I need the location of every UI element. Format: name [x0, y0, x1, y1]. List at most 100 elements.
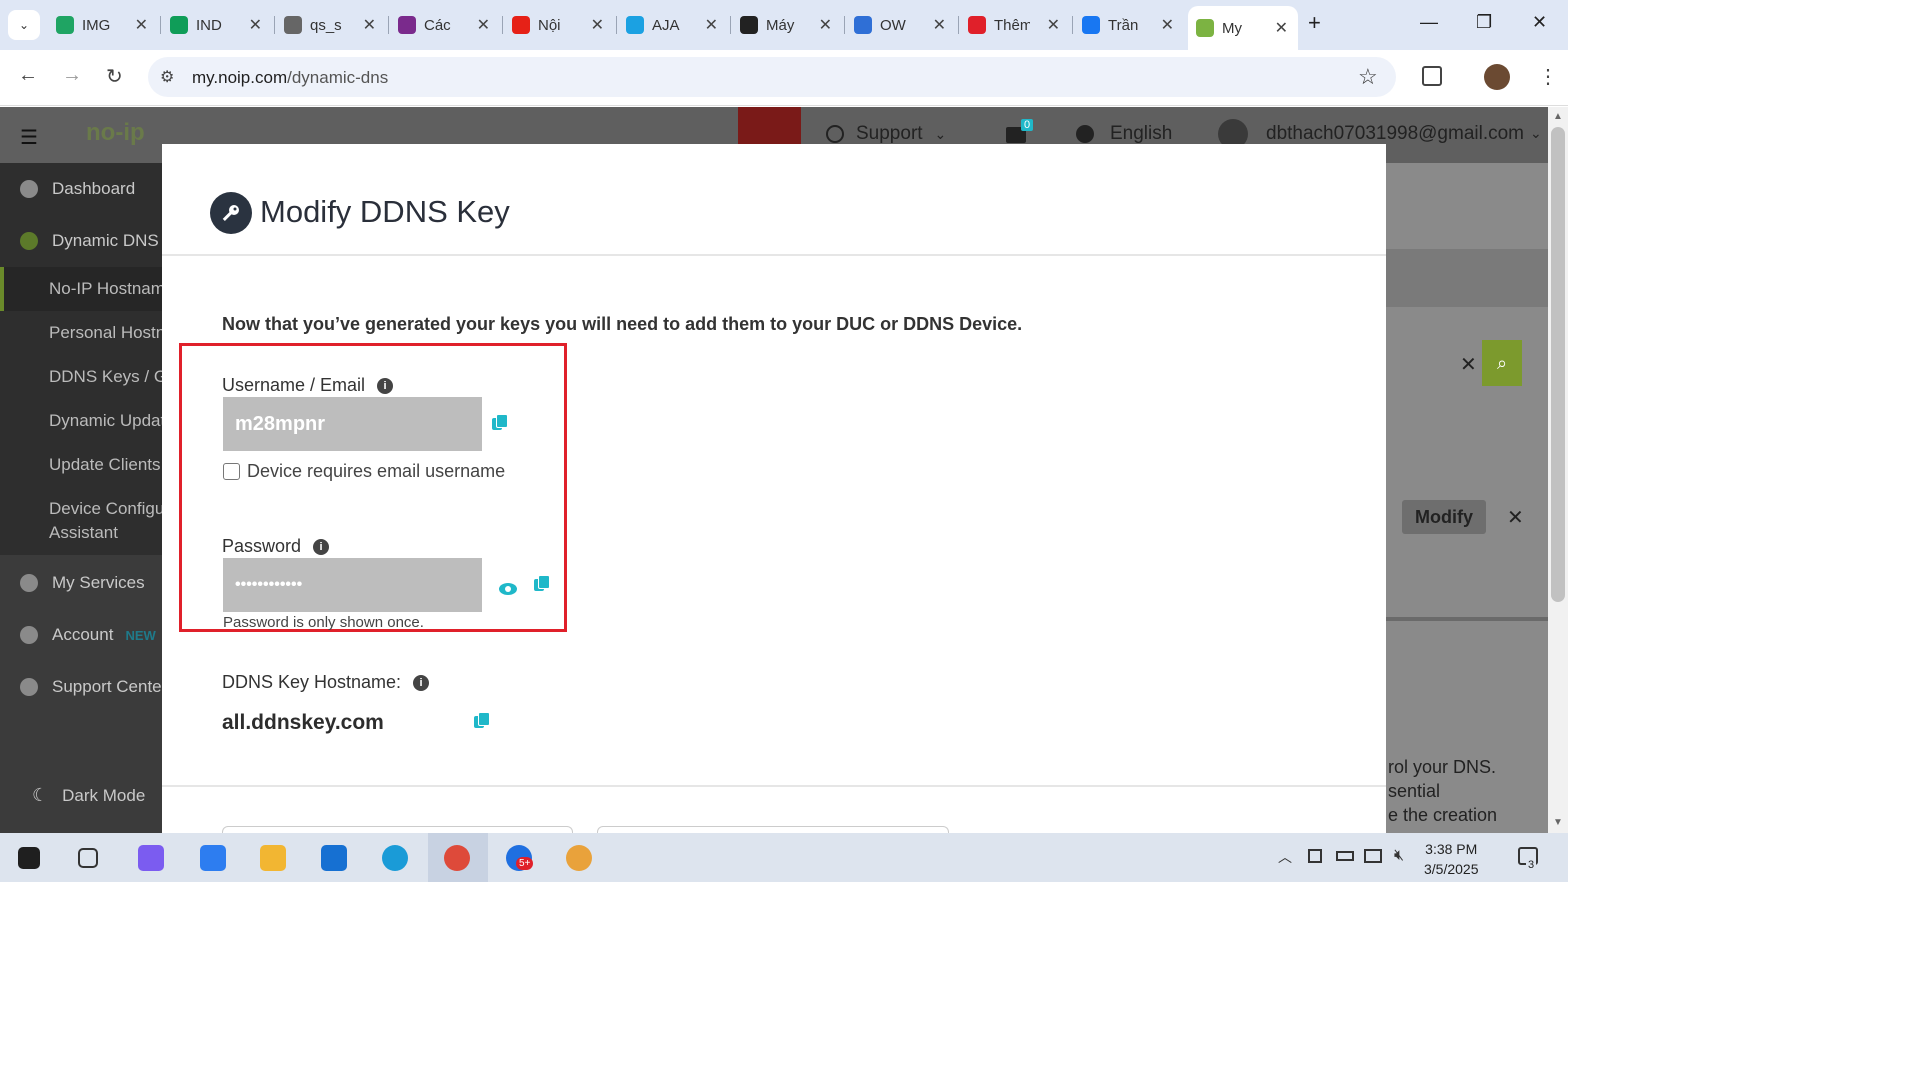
globe-icon: [20, 232, 38, 250]
meet-icon[interactable]: [1308, 849, 1322, 863]
close-tab-icon[interactable]: ✕: [249, 15, 262, 35]
tab-label: Trần: [1108, 16, 1139, 34]
browser-tab[interactable]: Trần ✕: [1074, 8, 1184, 42]
network-icon[interactable]: [1364, 849, 1382, 863]
account-chevron-icon[interactable]: ⌄: [1530, 125, 1542, 142]
tab-label: Nội: [538, 16, 561, 34]
scrollbar-thumb[interactable]: [1551, 127, 1565, 602]
store-icon[interactable]: [200, 845, 226, 871]
globe-icon: [284, 16, 302, 34]
close-row-icon[interactable]: ✕: [1507, 505, 1524, 530]
new-tab-button[interactable]: +: [1308, 10, 1321, 36]
chrome-icon[interactable]: [444, 845, 470, 871]
copilot-icon[interactable]: [138, 845, 164, 871]
background-text: sential: [1388, 781, 1441, 801]
close-tab-icon[interactable]: ✕: [819, 15, 832, 35]
language-selector[interactable]: English: [1076, 123, 1172, 145]
sidebar-item-dynamic-update[interactable]: Dynamic Update: [49, 411, 175, 431]
language-label: English: [1110, 123, 1173, 144]
info-icon[interactable]: i: [313, 538, 330, 555]
windows-taskbar: 5+ ︿ 🔇︎ 3:38 PM 3/5/2025 3: [0, 833, 1568, 882]
sidebar-toggle-icon[interactable]: ☰: [20, 125, 38, 150]
sidebar-item-dynamic-dns[interactable]: Dynamic DNS: [20, 231, 159, 251]
battery-icon[interactable]: [1336, 851, 1354, 861]
clear-search-icon[interactable]: ✕: [1460, 352, 1477, 377]
modal-button-left[interactable]: [222, 826, 573, 833]
modal-button-right[interactable]: [597, 826, 949, 833]
extensions-icon[interactable]: [1422, 66, 1442, 86]
close-tab-icon[interactable]: ✕: [1047, 15, 1060, 35]
sidebar-item-my-services[interactable]: My Services: [20, 573, 145, 593]
close-tab-icon[interactable]: ✕: [705, 15, 718, 35]
info-icon[interactable]: i: [377, 377, 394, 394]
sidebar-item-account[interactable]: Account NEW: [20, 625, 156, 645]
close-tab-icon[interactable]: ✕: [933, 15, 946, 35]
edge-icon[interactable]: [382, 845, 408, 871]
sidebar-item-assistant[interactable]: Assistant: [49, 523, 118, 543]
modify-button[interactable]: Modify: [1402, 500, 1486, 534]
site-info-icon[interactable]: ⚙: [160, 67, 174, 87]
search-button[interactable]: ⌕: [1482, 340, 1522, 386]
file-explorer-icon[interactable]: [260, 845, 286, 871]
browser-tab[interactable]: Các ✕: [390, 8, 500, 42]
browser-tab[interactable]: IMG ✕: [48, 8, 158, 42]
copy-hostname-icon[interactable]: [474, 712, 490, 728]
browser-tab[interactable]: Thêm ✕: [960, 8, 1070, 42]
paint-icon[interactable]: [566, 845, 592, 871]
profile-avatar[interactable]: [1484, 64, 1510, 90]
page-scrollbar[interactable]: ▲ ▼: [1548, 107, 1568, 833]
browser-toolbar: ← → ↻ ⚙ my.noip.com/dynamic-dns ☆ ⋮: [0, 50, 1568, 106]
close-tab-icon[interactable]: ✕: [135, 15, 148, 35]
outlook-icon[interactable]: [321, 845, 347, 871]
reload-button[interactable]: ↻: [106, 64, 123, 89]
sidebar-item-dashboard[interactable]: Dashboard: [20, 179, 135, 199]
support-menu[interactable]: Support ⌄: [826, 123, 946, 145]
browser-tab[interactable]: OW ✕: [846, 8, 956, 42]
tab-search-button[interactable]: ⌄: [8, 10, 40, 40]
tab-separator: [616, 16, 617, 34]
bookmark-star-icon[interactable]: ☆: [1358, 64, 1378, 90]
copy-password-icon[interactable]: [534, 575, 550, 591]
forward-button[interactable]: →: [62, 64, 82, 87]
password-field[interactable]: ••••••••••••: [223, 558, 482, 612]
close-tab-icon[interactable]: ✕: [591, 15, 604, 35]
restore-button[interactable]: ❐: [1476, 12, 1492, 33]
show-password-eye-icon[interactable]: [499, 583, 517, 595]
browser-tab[interactable]: AJA ✕: [618, 8, 728, 42]
tray-chevron-icon[interactable]: ︿: [1278, 847, 1292, 867]
dark-mode-toggle[interactable]: ☾ Dark Mode: [32, 785, 145, 806]
browser-tab[interactable]: Nội ✕: [504, 8, 614, 42]
close-tab-icon[interactable]: ✕: [363, 15, 376, 35]
task-view-icon[interactable]: [78, 848, 98, 868]
modify-ddns-key-modal: Modify DDNS Key Now that you’ve generate…: [162, 144, 1386, 833]
tab-label: IMG: [82, 16, 111, 34]
sidebar-item-update-clients[interactable]: Update Clients: [49, 455, 161, 475]
close-tab-icon[interactable]: ✕: [1161, 15, 1174, 35]
copy-username-icon[interactable]: [492, 414, 508, 430]
email-username-checkbox[interactable]: [223, 463, 240, 480]
windows-start-icon[interactable]: [18, 847, 40, 869]
browser-tab[interactable]: My ✕: [1188, 6, 1298, 50]
sidebar-item-support-center[interactable]: Support Center: [20, 677, 167, 697]
close-tab-icon[interactable]: ✕: [477, 15, 490, 35]
account-email[interactable]: dbthach07031998@gmail.com: [1266, 123, 1524, 145]
scroll-up-icon[interactable]: ▲: [1553, 111, 1563, 122]
hostname-label-text: DDNS Key Hostname:: [222, 672, 402, 692]
browser-tab[interactable]: IND ✕: [162, 8, 272, 42]
chatgpt-icon: [740, 16, 758, 34]
scroll-down-icon[interactable]: ▼: [1553, 817, 1563, 828]
back-button[interactable]: ←: [18, 64, 38, 87]
info-icon[interactable]: i: [413, 674, 430, 691]
clock[interactable]: 3:38 PM 3/5/2025: [1424, 839, 1479, 879]
address-bar[interactable]: ⚙ my.noip.com/dynamic-dns ☆: [148, 57, 1396, 97]
browser-tab[interactable]: qs_s ✕: [276, 8, 386, 42]
volume-muted-icon[interactable]: 🔇︎: [1394, 847, 1404, 865]
minimize-button[interactable]: —: [1420, 12, 1438, 33]
close-tab-icon[interactable]: ✕: [1275, 18, 1288, 38]
browser-tab[interactable]: Máy ✕: [732, 8, 842, 42]
close-window-button[interactable]: ✕: [1532, 12, 1547, 33]
chrome-menu-icon[interactable]: ⋮: [1538, 64, 1558, 89]
hostname-value: all.ddnskey.com: [222, 711, 384, 734]
key-icon: [210, 192, 252, 234]
username-field[interactable]: m28mpnr: [223, 397, 482, 451]
